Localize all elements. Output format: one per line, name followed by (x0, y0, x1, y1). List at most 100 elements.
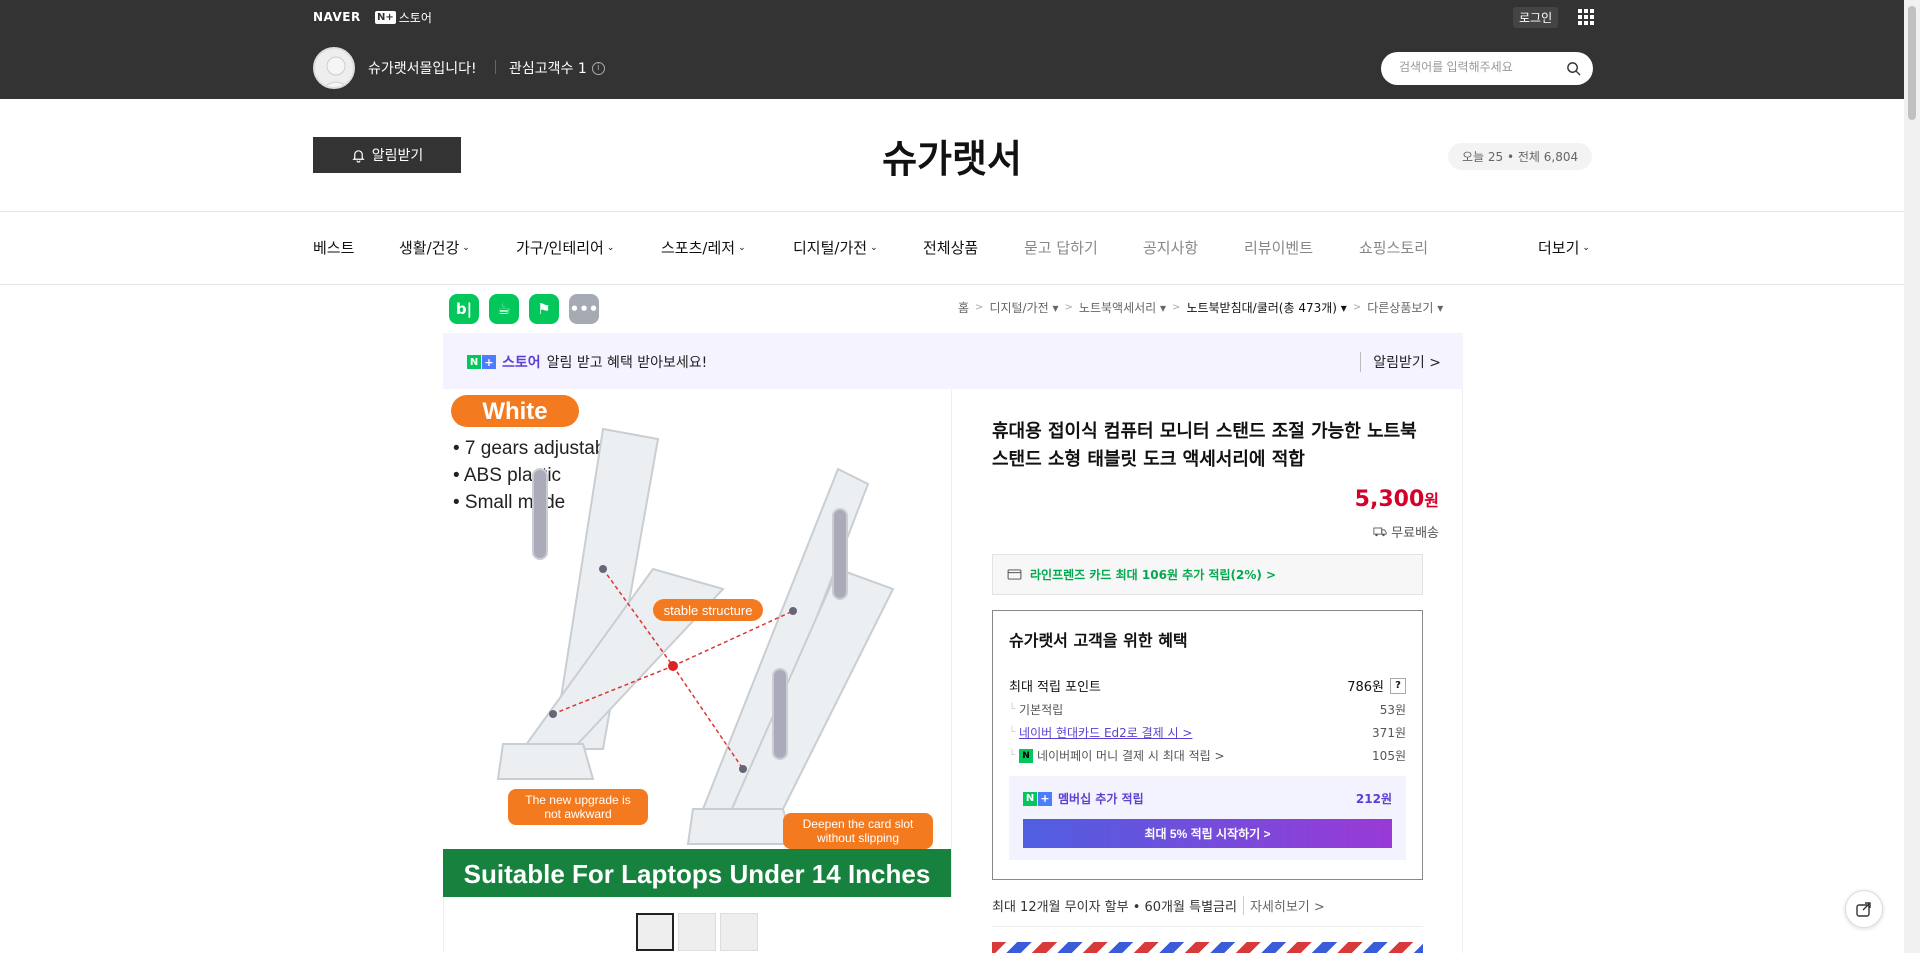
credit-card-icon (1007, 569, 1022, 580)
image-footer-text: Suitable For Laptops Under 14 Inches (464, 859, 931, 889)
nav-item-notice[interactable]: 공지사항 (1143, 237, 1198, 258)
chevron-down-icon: ⌄ (1582, 242, 1590, 253)
chevron-down-icon: ⌄ (606, 242, 615, 253)
nplus-badge: N+ (375, 11, 396, 24)
nav-item-qna[interactable]: 묻고 답하기 (1024, 237, 1098, 258)
svg-text:not awkward: not awkward (544, 807, 611, 821)
membership-value: 212원 (1355, 792, 1392, 806)
thumbnail-3[interactable] (720, 913, 758, 951)
login-button[interactable]: 로그인 (1513, 7, 1559, 28)
membership-label: 멤버십 추가 적립 (1058, 792, 1144, 806)
blog-icon[interactable]: b| (449, 294, 479, 324)
max-points-label: 최대 적립 포인트 (1009, 680, 1101, 695)
tag-white: White (482, 398, 547, 425)
chevron-down-icon: ⌄ (870, 242, 878, 253)
callout-stable: stable structure (664, 603, 753, 618)
help-icon[interactable]: ? (1390, 677, 1406, 694)
membership-start-button[interactable]: 최대 5% 적립 시작하기 > (1023, 819, 1392, 848)
nplus-logo: N + (1023, 791, 1052, 806)
installment-info: 최대 12개월 무이자 할부 • 60개월 특별금리 자세히보기 > (992, 896, 1325, 915)
banner-alarm-link[interactable]: 알림받기 > (1360, 352, 1441, 372)
nav-item-living[interactable]: 생활/건강 ⌄ (399, 237, 470, 258)
benefit-box: 슈가랫서 고객을 위한 혜택 최대 적립 포인트 786원? └ 기본적립 53원… (992, 610, 1423, 880)
more-icon[interactable]: ••• (569, 294, 599, 324)
share-icon (1856, 902, 1871, 917)
divider (0, 284, 1904, 285)
search-icon[interactable] (1566, 61, 1581, 76)
nav-item-more[interactable]: 더보기 ⌄ (1538, 237, 1590, 258)
product-price: 5,300원 (1355, 487, 1439, 512)
installment-text: 최대 12개월 무이자 할부 • 60개월 특별금리 (992, 900, 1237, 915)
apps-grid-icon[interactable] (1578, 9, 1594, 25)
nplus-logo: N + (467, 355, 496, 369)
truck-icon (1373, 527, 1387, 537)
chevron-down-icon: ⌄ (738, 242, 746, 253)
card-points-row: └ 네이버 현대카드 Ed2로 결제 시 > 371원 (1009, 724, 1406, 741)
benefit-title: 슈가랫서 고객을 위한 혜택 (1009, 631, 1188, 650)
nav-item-all-products[interactable]: 전체상품 (923, 237, 978, 258)
banner-text: 알림 받고 혜택 받아보세요! (546, 355, 708, 371)
banner-text-group: N + 스토어 알림 받고 혜택 받아보세요! (467, 352, 707, 372)
scrollbar-thumb[interactable] (1908, 6, 1916, 120)
max-points-value: 786원 (1347, 680, 1384, 695)
bookmark-icon[interactable]: ⚑ (529, 294, 559, 324)
nav-item-digital[interactable]: 디지털/가전 ⌄ (793, 237, 878, 258)
search-input[interactable] (1399, 60, 1559, 74)
product-title: 휴대용 접이식 컴퓨터 모니터 스탠드 조절 가능한 노트북 스탠드 소형 태블… (992, 421, 1417, 470)
card-offer[interactable]: 라인프렌즈 카드 최대 106원 추가 적립(2%) > (992, 554, 1423, 595)
store-brand-title[interactable]: 슈가랫서 (0, 128, 1904, 183)
alarm-banner: N + 스토어 알림 받고 혜택 받아보세요! 알림받기 > (443, 333, 1463, 389)
card-points-link[interactable]: 네이버 현대카드 Ed2로 결제 시 > (1019, 724, 1192, 741)
breadcrumb-stand[interactable]: 노트북받침대/쿨러(총 473개) ▾ (1186, 299, 1346, 316)
banner-store: 스토어 (502, 355, 541, 371)
breadcrumb-digital[interactable]: 디지털/가전 ▾ (989, 299, 1058, 316)
membership-row: N + 멤버십 추가 적립 212원 (1023, 790, 1392, 807)
search-box (1381, 52, 1593, 85)
store-avatar (313, 47, 355, 89)
fans-label: 관심고객수 1 (509, 61, 587, 77)
thumbnail-strip (636, 913, 758, 951)
breadcrumb-home[interactable]: 홈 (958, 299, 969, 316)
breadcrumb: 홈 > 디지털/가전 ▾ > 노트북액세서리 ▾ > 노트북받침대/쿨러(총 473개… (958, 299, 1444, 316)
thumbnail-2[interactable] (678, 913, 716, 951)
npay-points-link[interactable]: 네이버페이 머니 결제 시 최대 적립 > (1037, 747, 1225, 764)
breadcrumb-notebook-acc[interactable]: 노트북액세서리 ▾ (1079, 299, 1166, 316)
shipping-info: 무료배송 (1373, 522, 1439, 541)
basic-points-value: 53원 (1379, 703, 1406, 717)
nav-item-review-event[interactable]: 리뷰이벤트 (1244, 237, 1313, 258)
npay-points-value: 105원 (1372, 749, 1406, 763)
basic-points-row: └ 기본적립 53원 (1009, 703, 1406, 717)
chevron-down-icon: ⌄ (462, 242, 470, 253)
callout-card-slot: Deepen the card slot (803, 817, 914, 831)
nstore-logo[interactable]: N+ 스토어 (375, 9, 432, 26)
thumbnail-1[interactable] (636, 913, 674, 951)
nav-item-best[interactable]: 베스트 (313, 237, 354, 258)
installment-more-link[interactable]: 자세히보기 > (1242, 896, 1325, 915)
fans-count: 관심고객수 1 i (509, 58, 605, 78)
nav-item-sports[interactable]: 스포츠/레저 ⌄ (661, 237, 746, 258)
share-button[interactable] (1845, 890, 1883, 928)
breadcrumb-other[interactable]: 다른상품보기 ▾ (1367, 299, 1443, 316)
naver-logo[interactable]: NAVER (313, 10, 361, 24)
card-offer-text: 라인프렌즈 카드 최대 106원 추가 적립(2%) > (1030, 568, 1277, 582)
max-points-row: 최대 적립 포인트 786원? (1009, 676, 1406, 695)
npay-icon: N (1019, 748, 1034, 763)
nav-item-shopping-story[interactable]: 쇼핑스토리 (1359, 237, 1428, 258)
svg-text:without slipping: without slipping (816, 831, 899, 845)
top-bar: NAVER N+ 스토어 로그인 슈가랫서몰입니다! 관심고객수 1 i (0, 0, 1904, 99)
nstore-label: 스토어 (398, 11, 432, 25)
scrollbar[interactable] (1904, 0, 1920, 953)
talk-icon[interactable]: ☕ (489, 294, 519, 324)
price-value: 5,300 (1354, 487, 1425, 512)
info-icon[interactable]: i (591, 61, 605, 75)
price-unit: 원 (1424, 491, 1439, 510)
nav-item-furniture[interactable]: 가구/인테리어 ⌄ (516, 237, 614, 258)
shop-greeting: 슈가랫서몰입니다! (368, 61, 477, 77)
card-points-value: 371원 (1372, 726, 1406, 740)
basic-points-label: 기본적립 (1019, 703, 1064, 717)
membership-box: N + 멤버십 추가 적립 212원 최대 5% 적립 시작하기 > (1009, 776, 1406, 860)
product-main-image[interactable]: White • 7 gears adjustable • ABS plastic… (443, 389, 952, 897)
divider (0, 211, 1904, 212)
bullet-1: • 7 gears adjustable (453, 438, 620, 459)
visitor-count: 오늘 25 • 전체 6,804 (1448, 143, 1593, 170)
